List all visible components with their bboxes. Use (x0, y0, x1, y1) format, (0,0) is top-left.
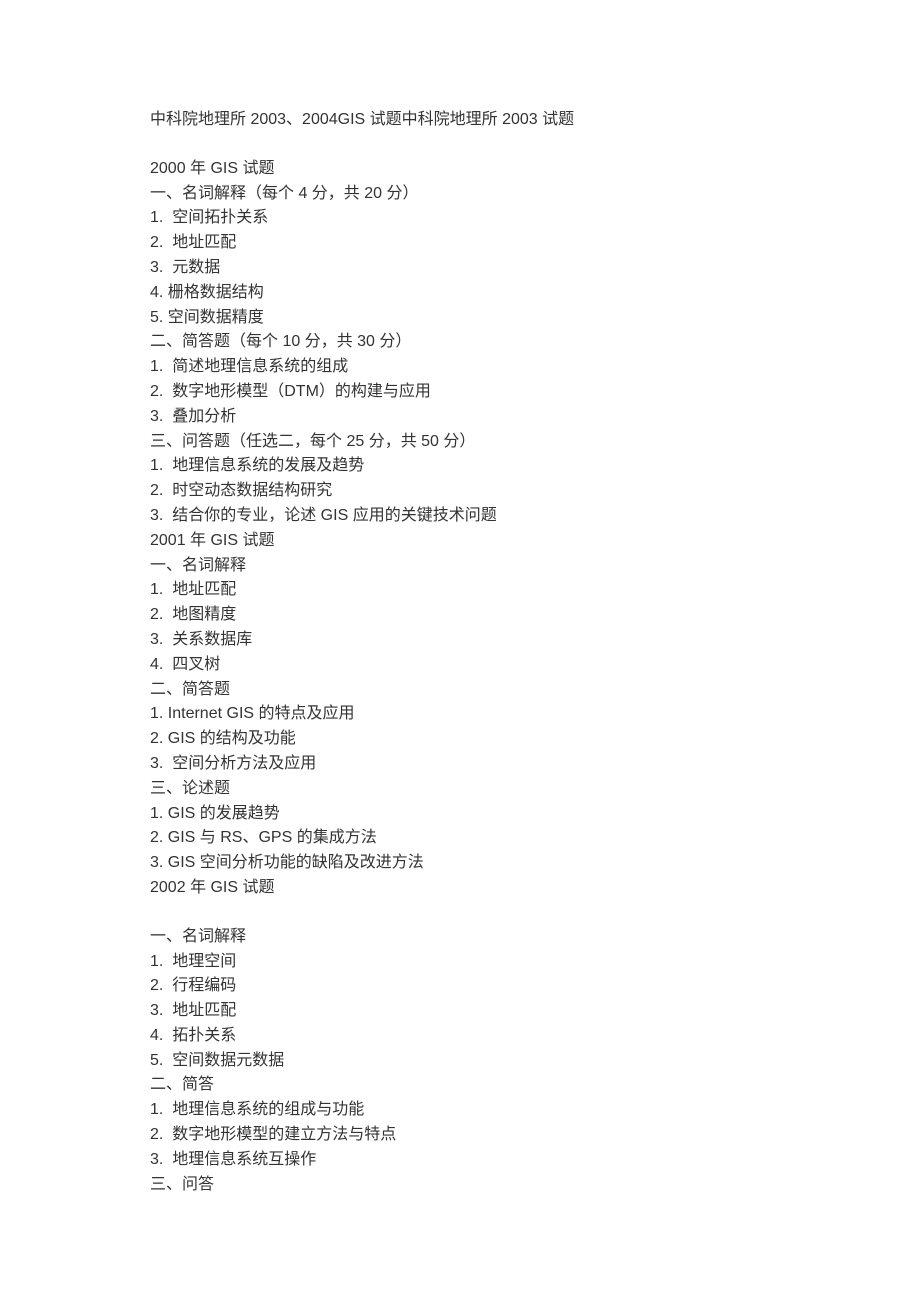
exam-year-header: 2000 年 GIS 试题 (150, 157, 770, 182)
question-item: 5. 空间数据元数据 (150, 1049, 770, 1074)
question-item: 1. 地理信息系统的发展及趋势 (150, 454, 770, 479)
question-item: 3. 结合你的专业，论述 GIS 应用的关键技术问题 (150, 504, 770, 529)
document-title: 中科院地理所 2003、2004GIS 试题中科院地理所 2003 试题 (150, 108, 770, 133)
question-item: 2. 地址匹配 (150, 231, 770, 256)
question-item: 2. 时空动态数据结构研究 (150, 479, 770, 504)
question-group-label: 三、问答 (150, 1173, 770, 1198)
question-item: 1. 简述地理信息系统的组成 (150, 355, 770, 380)
question-item: 2. GIS 与 RS、GPS 的集成方法 (150, 826, 770, 851)
question-item: 1. 空间拓扑关系 (150, 206, 770, 231)
question-item: 1. Internet GIS 的特点及应用 (150, 702, 770, 727)
question-item: 3. 关系数据库 (150, 628, 770, 653)
question-item: 2. GIS 的结构及功能 (150, 727, 770, 752)
question-item: 5. 空间数据精度 (150, 306, 770, 331)
question-item: 4. 拓扑关系 (150, 1024, 770, 1049)
question-group-label: 一、名词解释 (150, 925, 770, 950)
question-item: 1. 地理空间 (150, 950, 770, 975)
question-group-label: 三、问答题（任选二，每个 25 分，共 50 分） (150, 430, 770, 455)
question-item: 2. 数字地形模型（DTM）的构建与应用 (150, 380, 770, 405)
question-item: 2. 数字地形模型的建立方法与特点 (150, 1123, 770, 1148)
question-item: 2. 地图精度 (150, 603, 770, 628)
question-group-label: 二、简答题 (150, 678, 770, 703)
question-item: 1. GIS 的发展趋势 (150, 802, 770, 827)
question-item: 3. 地理信息系统互操作 (150, 1148, 770, 1173)
exam-year-header: 2001 年 GIS 试题 (150, 529, 770, 554)
question-group-label: 二、简答 (150, 1073, 770, 1098)
blank-line (150, 901, 770, 925)
question-item: 3. 空间分析方法及应用 (150, 752, 770, 777)
exam-year-header: 2002 年 GIS 试题 (150, 876, 770, 901)
question-item: 3. GIS 空间分析功能的缺陷及改进方法 (150, 851, 770, 876)
question-item: 1. 地理信息系统的组成与功能 (150, 1098, 770, 1123)
question-group-label: 二、简答题（每个 10 分，共 30 分） (150, 330, 770, 355)
document-content: 2000 年 GIS 试题一、名词解释（每个 4 分，共 20 分）1. 空间拓… (150, 157, 770, 1198)
question-item: 3. 叠加分析 (150, 405, 770, 430)
question-group-label: 三、论述题 (150, 777, 770, 802)
question-item: 4. 栅格数据结构 (150, 281, 770, 306)
question-group-label: 一、名词解释（每个 4 分，共 20 分） (150, 182, 770, 207)
question-item: 4. 四叉树 (150, 653, 770, 678)
question-item: 3. 元数据 (150, 256, 770, 281)
question-item: 2. 行程编码 (150, 974, 770, 999)
question-group-label: 一、名词解释 (150, 554, 770, 579)
question-item: 3. 地址匹配 (150, 999, 770, 1024)
question-item: 1. 地址匹配 (150, 578, 770, 603)
